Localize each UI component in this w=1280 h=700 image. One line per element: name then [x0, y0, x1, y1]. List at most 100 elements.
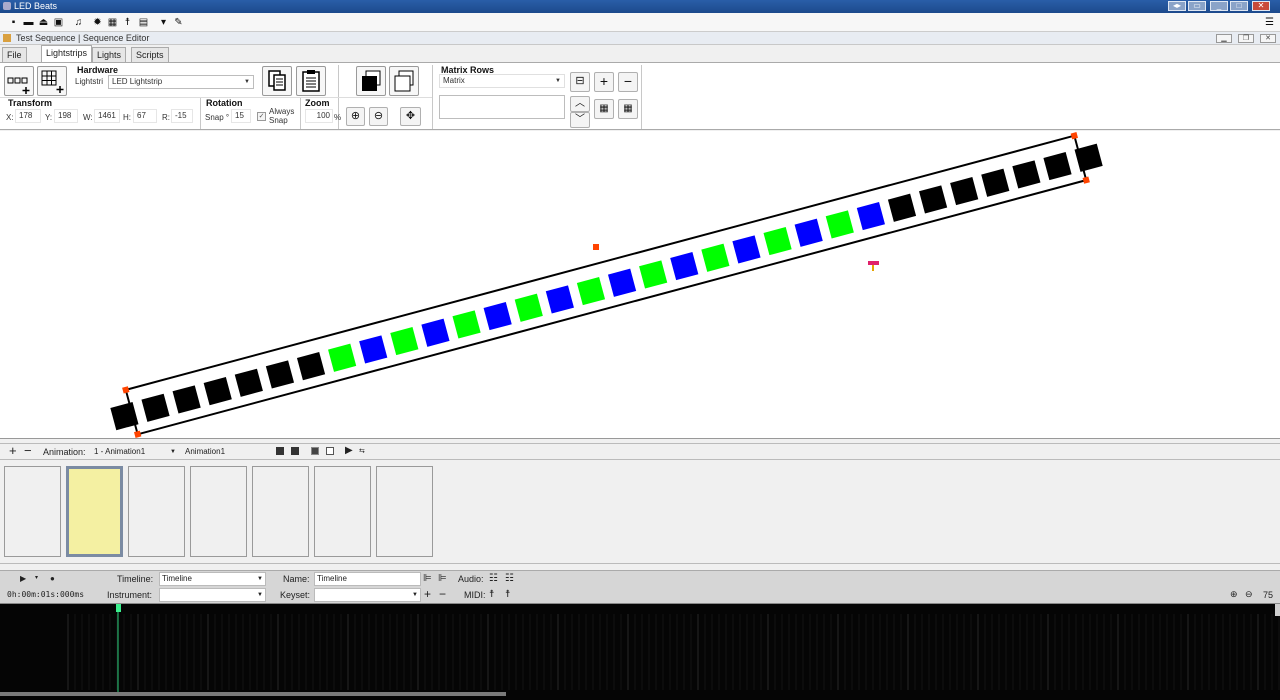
- chevron-down-icon: ▼: [555, 78, 561, 84]
- move-up-button[interactable]: ︿: [570, 96, 590, 112]
- paste-frame-icon[interactable]: [326, 447, 334, 455]
- copy-frame-icon[interactable]: [311, 447, 319, 455]
- editor-canvas[interactable]: [0, 131, 1280, 439]
- animation-frame[interactable]: [4, 466, 61, 557]
- send-to-back-button[interactable]: [389, 66, 419, 96]
- timeline-area[interactable]: [0, 604, 1280, 700]
- timeline-grid: [0, 604, 1280, 696]
- tab-lightstrips[interactable]: Lightstrips: [41, 45, 93, 63]
- rotation-handle[interactable]: [593, 244, 599, 250]
- menu-icon[interactable]: ☰: [1264, 17, 1275, 28]
- doc-minimize-button[interactable]: ▁: [1216, 34, 1232, 43]
- move-down-button[interactable]: ﹀: [570, 112, 590, 128]
- midi-in-icon[interactable]: ☨: [489, 589, 494, 600]
- animation-select[interactable]: 1 - Animation1 ▼: [91, 445, 179, 459]
- timeline-zoom-out-icon[interactable]: ⊖: [1245, 589, 1253, 600]
- r-field[interactable]: -15: [171, 109, 193, 123]
- light-icon[interactable]: ▾: [158, 17, 169, 28]
- animation-frame[interactable]: [190, 466, 247, 557]
- ribbon: Hardware Lightstri LED Lightstrip ▼ Matr…: [0, 62, 1280, 130]
- keyset-label: Keyset:: [280, 590, 311, 600]
- matrix-rows-list[interactable]: [439, 95, 565, 119]
- tab-scripts[interactable]: Scripts: [131, 47, 169, 62]
- gear-icon[interactable]: ✹: [92, 17, 103, 28]
- add-animation-button[interactable]: +: [9, 444, 17, 458]
- animation-frame[interactable]: [128, 466, 185, 557]
- import-icon[interactable]: ⏏: [38, 17, 49, 28]
- instrument-select[interactable]: ▼: [159, 588, 266, 602]
- animation-name-field[interactable]: Animation1: [182, 445, 270, 459]
- audio-add-icon[interactable]: ☷: [489, 573, 498, 584]
- loop-icon[interactable]: ⇆: [359, 447, 365, 455]
- add-lightstrip-button[interactable]: [4, 66, 34, 96]
- add-column-button[interactable]: ▦: [594, 99, 614, 119]
- lightstrip-body: [124, 134, 1088, 436]
- play-icon[interactable]: ▶: [20, 574, 26, 583]
- add-frame-icon[interactable]: [276, 447, 284, 455]
- x-field[interactable]: 178: [15, 109, 41, 123]
- figure-icon[interactable]: ☨: [122, 17, 133, 28]
- animation-frame[interactable]: [252, 466, 309, 557]
- remove-row-button[interactable]: −: [618, 72, 638, 92]
- add-row-button[interactable]: +: [594, 72, 614, 92]
- remove-key-icon[interactable]: −: [439, 587, 446, 601]
- timeline-select[interactable]: Timeline ▼: [159, 572, 266, 586]
- timeline-zoom-in-icon[interactable]: ⊕: [1230, 589, 1238, 600]
- open-folder-icon[interactable]: ▬: [23, 17, 34, 28]
- maximize-button[interactable]: □: [1230, 1, 1248, 11]
- keyset-select[interactable]: ▼: [314, 588, 421, 602]
- animation-frame[interactable]: [314, 466, 371, 557]
- music-icon[interactable]: ♫: [73, 17, 84, 28]
- doc-restore-button[interactable]: ❐: [1238, 34, 1254, 43]
- matrix-select-value: Matrix: [443, 76, 465, 85]
- add-key-icon[interactable]: +: [424, 587, 431, 601]
- w-field[interactable]: 1461: [94, 109, 120, 123]
- restore-icon[interactable]: ◂▸: [1168, 1, 1186, 11]
- copy-button[interactable]: [262, 66, 292, 96]
- always-snap-checkbox[interactable]: ✓: [257, 112, 266, 121]
- bring-to-front-icon: [362, 70, 381, 91]
- tab-file[interactable]: File: [2, 47, 27, 62]
- lightstrip[interactable]: [106, 131, 1106, 439]
- snap-field[interactable]: 15: [231, 109, 251, 123]
- playhead-marker[interactable]: [116, 604, 121, 612]
- zoom-out-button[interactable]: ⊖: [369, 107, 388, 126]
- matrix-edit-button[interactable]: ⊟: [570, 72, 590, 92]
- pen-icon[interactable]: ✎: [173, 17, 184, 28]
- align-left-icon[interactable]: ⊫: [423, 573, 432, 584]
- tab-lights[interactable]: Lights: [92, 47, 127, 62]
- zoom-in-button[interactable]: ⊕: [346, 107, 365, 126]
- vertical-scrollbar[interactable]: [1275, 604, 1280, 616]
- help-icon[interactable]: ▭: [1188, 1, 1206, 11]
- play-icon[interactable]: ▶: [345, 445, 353, 456]
- remove-frame-icon[interactable]: [291, 447, 299, 455]
- remove-animation-button[interactable]: −: [24, 444, 32, 458]
- paste-button[interactable]: [296, 66, 326, 96]
- matrix-select[interactable]: Matrix ▼: [439, 74, 565, 88]
- zoom-field[interactable]: 100: [305, 109, 333, 123]
- timeline-name-field[interactable]: Timeline: [314, 572, 421, 586]
- y-field[interactable]: 198: [54, 109, 78, 123]
- grid-icon[interactable]: ▦: [107, 17, 118, 28]
- preview-icon[interactable]: ▤: [138, 17, 149, 28]
- chevron-down-icon[interactable]: ▾: [35, 574, 38, 581]
- align-right-icon[interactable]: ⊫: [438, 573, 447, 584]
- audio-remove-icon[interactable]: ☷: [505, 573, 514, 584]
- remove-column-button[interactable]: ▦: [618, 99, 638, 119]
- hardware-select[interactable]: LED Lightstrip ▼: [108, 75, 254, 89]
- midi-out-icon[interactable]: ☨: [505, 589, 510, 600]
- new-file-icon[interactable]: ▪: [8, 17, 19, 28]
- minimize-button[interactable]: _: [1210, 1, 1228, 11]
- save-icon[interactable]: ▣: [53, 17, 64, 28]
- horizontal-scrollbar[interactable]: [0, 692, 506, 696]
- bring-to-front-button[interactable]: [356, 66, 386, 96]
- animation-frame[interactable]: [376, 466, 433, 557]
- doc-close-button[interactable]: ✕: [1260, 34, 1276, 43]
- close-button[interactable]: ✕: [1252, 1, 1270, 11]
- record-icon[interactable]: ●: [50, 574, 55, 583]
- add-matrix-button[interactable]: [37, 66, 67, 96]
- animation-frame[interactable]: [66, 466, 123, 557]
- copy-icon: [268, 70, 286, 91]
- fit-view-button[interactable]: ✥: [400, 107, 421, 126]
- h-field[interactable]: 67: [133, 109, 157, 123]
